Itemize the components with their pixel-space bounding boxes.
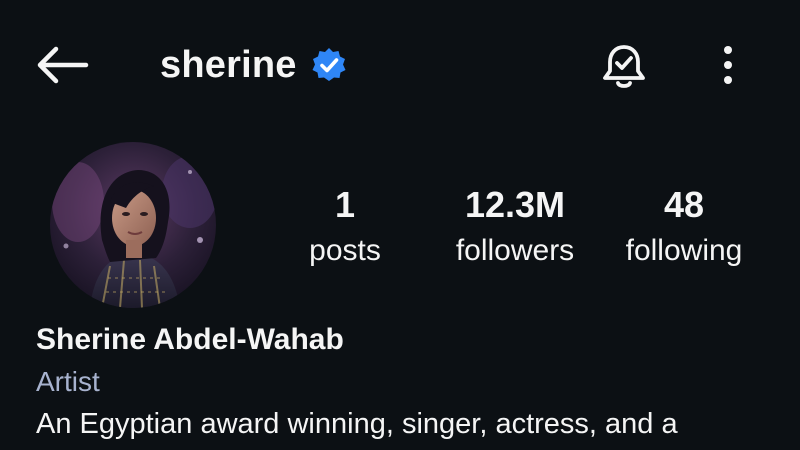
username: sherine bbox=[160, 43, 297, 86]
stat-following[interactable]: 48 following bbox=[604, 180, 764, 272]
stat-followers-value: 12.3M bbox=[464, 184, 566, 225]
stat-posts[interactable]: 1 posts bbox=[265, 180, 425, 272]
verified-badge-icon bbox=[311, 47, 347, 83]
profile-avatar[interactable] bbox=[50, 142, 216, 308]
stat-posts-label: posts bbox=[309, 234, 381, 267]
arrow-left-icon bbox=[37, 46, 89, 84]
bio-text: An Egyptian award winning, singer, actre… bbox=[36, 408, 678, 440]
profile-title: sherine bbox=[160, 38, 347, 92]
stat-following-label: following bbox=[625, 234, 743, 267]
profile-stats: 1 posts 12.3M followers 48 following bbox=[280, 180, 780, 280]
back-button[interactable] bbox=[30, 40, 92, 90]
profile-bio: Sherine Abdel-Wahab Artist An Egyptian a… bbox=[36, 318, 776, 446]
stat-followers-label: followers bbox=[455, 234, 575, 267]
category-label: Artist bbox=[36, 366, 100, 397]
bell-check-icon bbox=[603, 45, 645, 88]
avatar-photo bbox=[50, 142, 216, 308]
more-options-button[interactable] bbox=[710, 40, 746, 90]
more-vertical-icon bbox=[724, 46, 732, 84]
profile-header: sherine bbox=[0, 0, 800, 128]
stat-posts-value: 1 bbox=[334, 184, 356, 225]
full-name: Sherine Abdel-Wahab bbox=[36, 323, 344, 356]
stat-following-value: 48 bbox=[663, 184, 705, 225]
stat-followers[interactable]: 12.3M followers bbox=[435, 180, 595, 272]
notifications-button[interactable] bbox=[596, 40, 652, 94]
